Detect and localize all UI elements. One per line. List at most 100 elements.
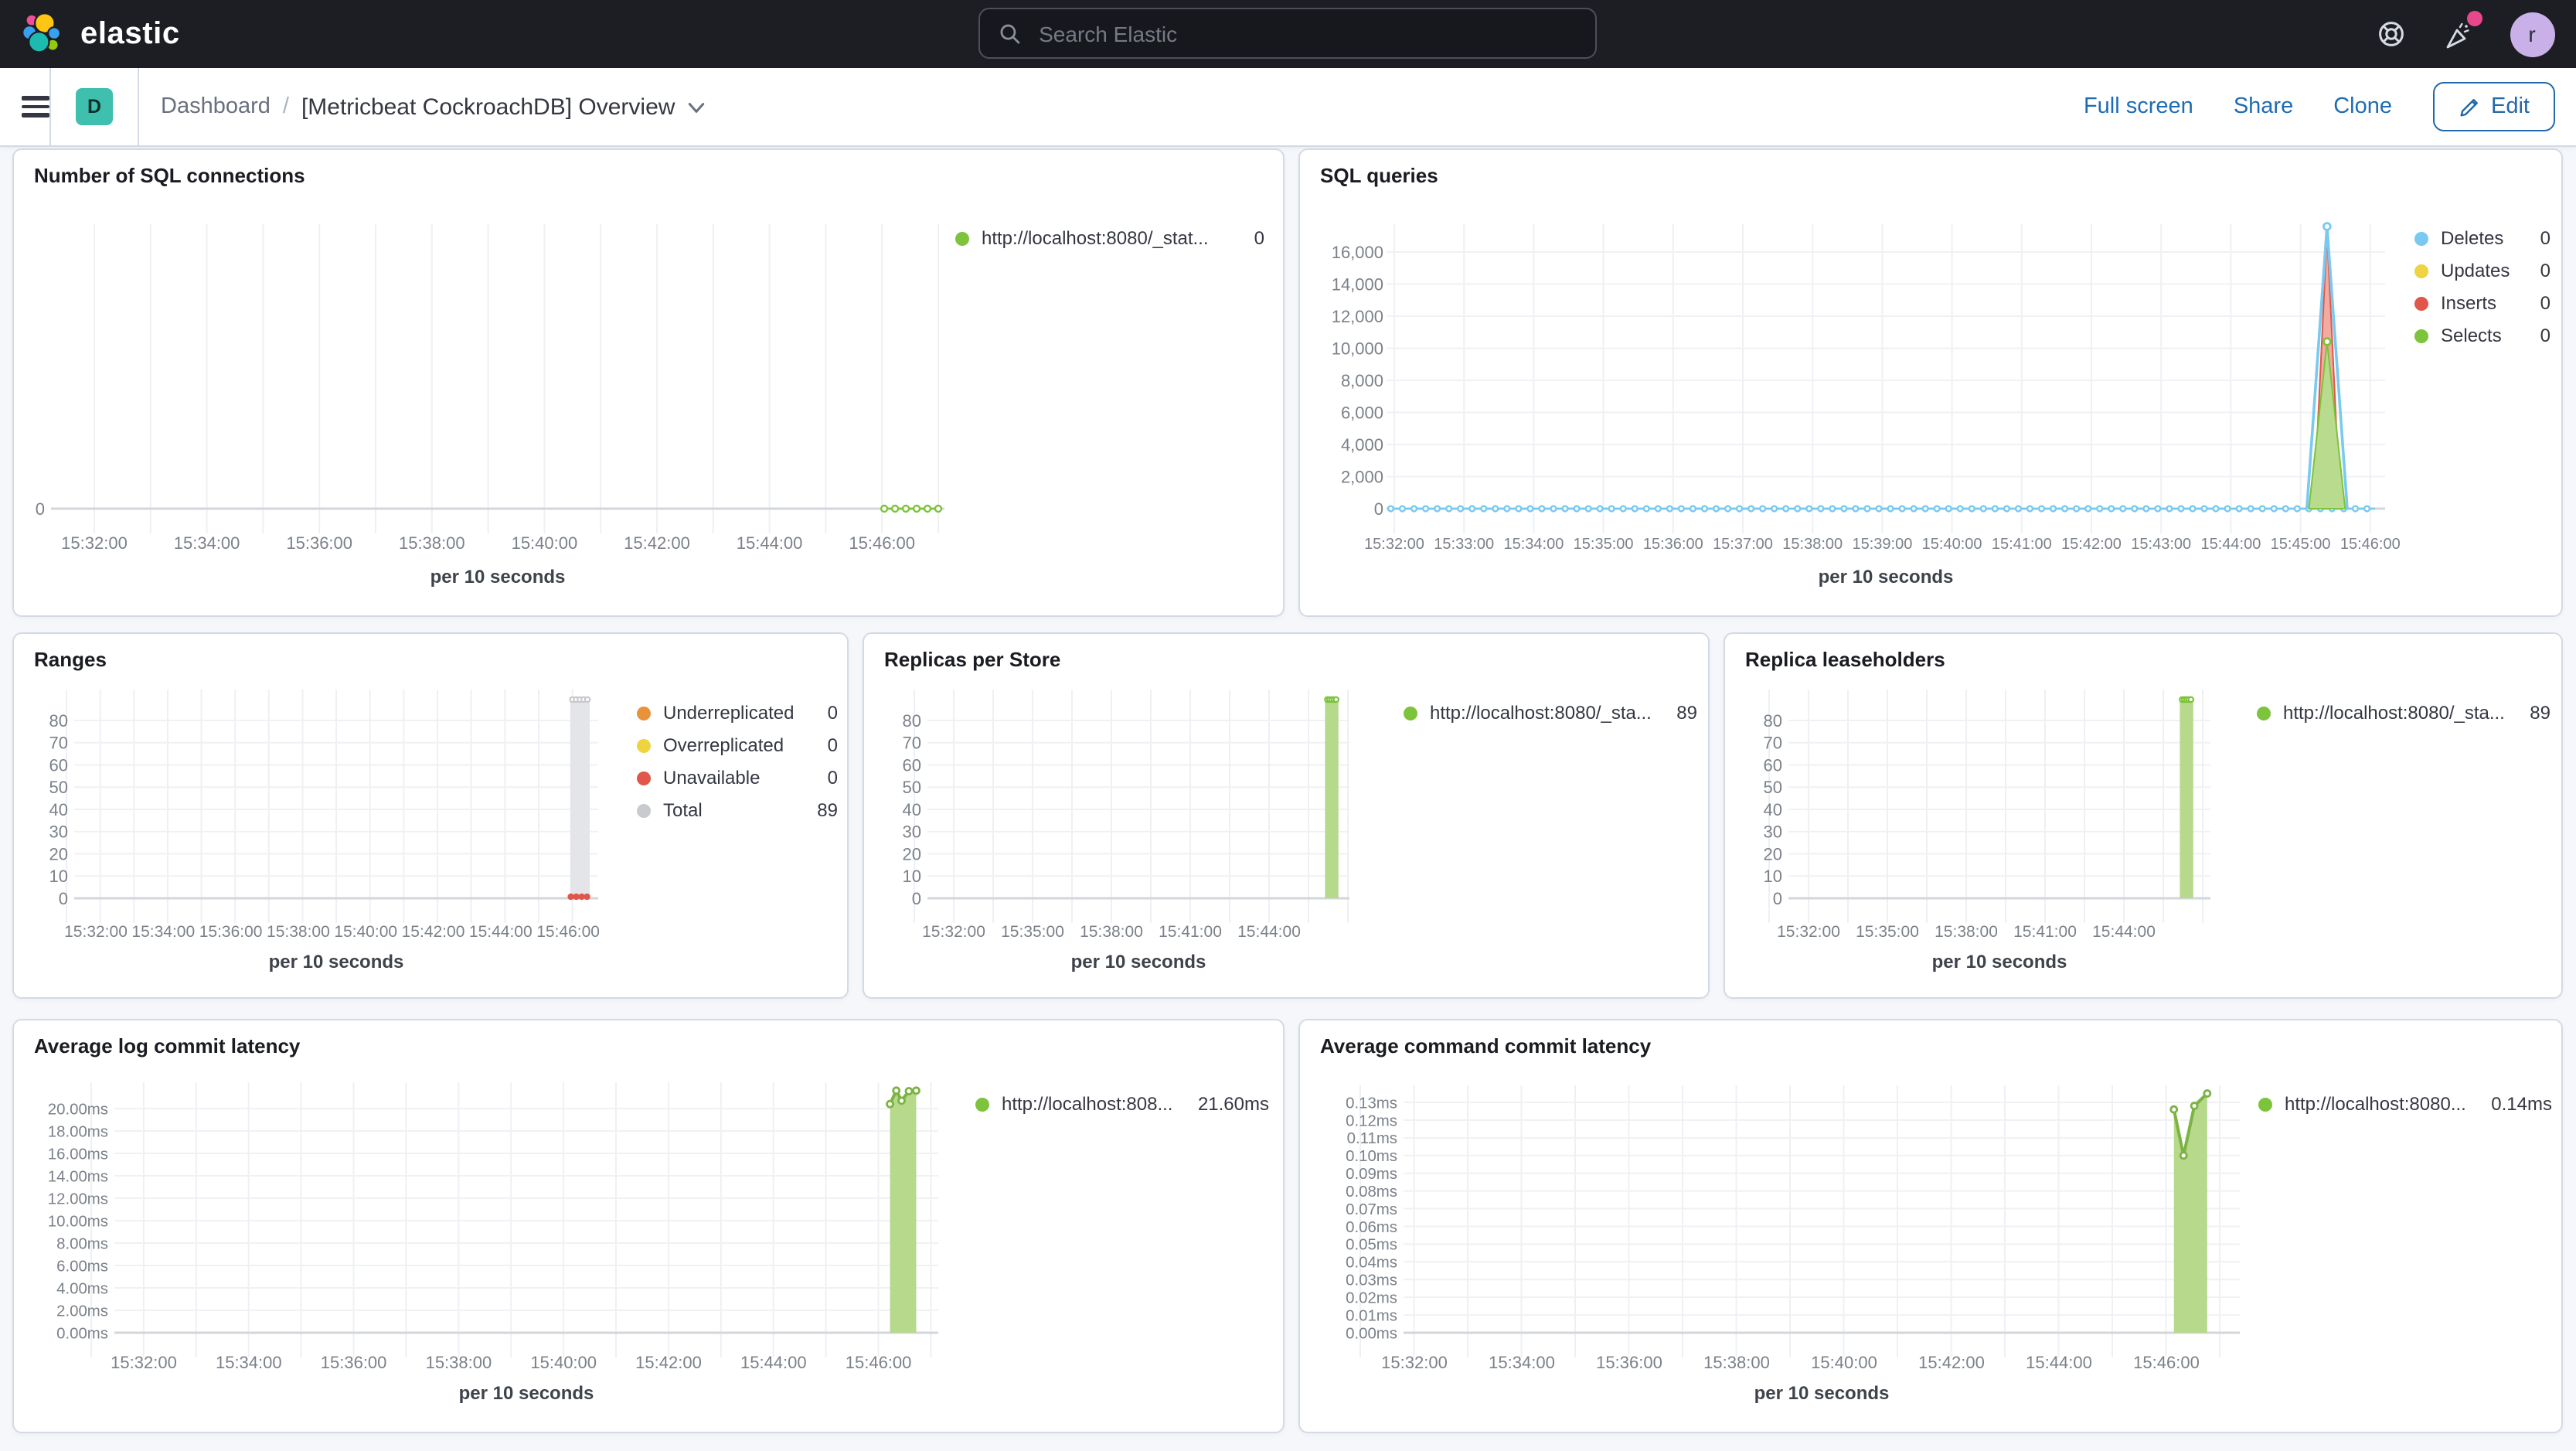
brand-wordmark: elastic — [80, 16, 180, 50]
legend-item[interactable]: http://localhost:8080/_sta... 89 — [2257, 702, 2550, 724]
svg-text:15:38:00: 15:38:00 — [1935, 923, 1998, 941]
svg-text:15:45:00: 15:45:00 — [2271, 536, 2331, 553]
legend-label: http://localhost:8080/_stat... — [982, 227, 1209, 249]
clone-link[interactable]: Clone — [2333, 94, 2392, 119]
svg-text:0.10ms: 0.10ms — [1346, 1148, 1397, 1165]
legend-swatch-icon — [637, 706, 651, 720]
chart-canvas[interactable]: 0.00ms 2.00ms 4.00ms 6.00ms 8.00ms 10.00ms 12.… — [26, 1064, 966, 1422]
legend-item[interactable]: Selects 0 — [2414, 325, 2550, 346]
chart-legend: http://localhost:8080/_sta... 89 — [1404, 702, 1697, 724]
legend-value: 89 — [817, 799, 838, 821]
svg-text:15:46:00: 15:46:00 — [846, 1353, 912, 1372]
svg-text:15:33:00: 15:33:00 — [1434, 536, 1494, 553]
breadcrumb-dashboard[interactable]: Dashboard — [161, 94, 271, 119]
chart-canvas[interactable]: 0 10 20 30 40 50 60 70 80 15:32:00 15:34:00 15:36:0… — [26, 677, 645, 989]
search-input[interactable] — [1036, 19, 1577, 47]
chart-legend: Underreplicated 0 Overreplicated 0 Unavailab… — [637, 702, 838, 821]
chart-legend: http://localhost:808... 21.60ms — [975, 1093, 1269, 1115]
svg-text:15:38:00: 15:38:00 — [426, 1353, 492, 1372]
svg-text:16.00ms: 16.00ms — [48, 1146, 108, 1163]
legend-swatch-icon — [2414, 329, 2428, 342]
svg-text:15:40:00: 15:40:00 — [1811, 1353, 1877, 1372]
svg-text:0.00ms: 0.00ms — [56, 1325, 108, 1342]
full-screen-link[interactable]: Full screen — [2084, 94, 2193, 119]
user-avatar[interactable]: r — [2510, 12, 2554, 56]
panel-average-command-commit-latency: Average command commit latency 0.00ms 0.0… — [1298, 1019, 2563, 1433]
chart-canvas[interactable]: 0 2,000 4,000 6,000 8,000 10,000 12,000 14,000 1… — [1312, 193, 2404, 611]
chart-legend: http://localhost:8080... 0.14ms — [2258, 1093, 2552, 1115]
panel-ranges: Ranges 0 10 20 30 40 50 60 70 80 15:32:00 15:34:00… — [12, 632, 849, 999]
global-search[interactable] — [978, 8, 1598, 59]
legend-item[interactable]: Overreplicated 0 — [637, 734, 838, 756]
svg-text:15:34:00: 15:34:00 — [131, 923, 195, 941]
svg-text:15:34:00: 15:34:00 — [216, 1353, 282, 1372]
chart-canvas[interactable]: 0 15:32:00 15:34:00 15:36:00 15:38:00 15:40:0… — [26, 193, 966, 611]
help-button[interactable] — [2374, 17, 2408, 51]
svg-text:15:41:00: 15:41:00 — [1992, 536, 2052, 553]
legend-item[interactable]: http://localhost:8080/_stat... 0 — [955, 227, 1264, 249]
legend-item[interactable]: Unavailable 0 — [637, 767, 838, 789]
svg-text:0: 0 — [912, 889, 921, 908]
svg-text:15:36:00: 15:36:00 — [1643, 536, 1703, 553]
svg-text:20: 20 — [49, 844, 68, 863]
elastic-logo[interactable]: elastic — [20, 11, 180, 57]
svg-text:15:38:00: 15:38:00 — [1782, 536, 1843, 553]
legend-swatch-icon — [2258, 1097, 2272, 1111]
legend-item[interactable]: Inserts 0 — [2414, 292, 2550, 314]
svg-text:15:34:00: 15:34:00 — [174, 533, 240, 553]
legend-item[interactable]: http://localhost:8080... 0.14ms — [2258, 1093, 2552, 1115]
svg-text:70: 70 — [49, 734, 68, 753]
svg-text:per 10 seconds: per 10 seconds — [269, 952, 404, 972]
legend-item[interactable]: Updates 0 — [2414, 260, 2550, 281]
svg-text:15:35:00: 15:35:00 — [1001, 923, 1064, 941]
legend-label: http://localhost:808... — [1002, 1093, 1173, 1115]
svg-text:15:38:00: 15:38:00 — [1703, 1353, 1770, 1372]
svg-text:60: 60 — [1764, 755, 1782, 775]
svg-text:15:42:00: 15:42:00 — [2061, 536, 2122, 553]
svg-text:per 10 seconds: per 10 seconds — [1754, 1383, 1890, 1404]
svg-text:12.00ms: 12.00ms — [48, 1190, 108, 1207]
dashboard-badge[interactable]: D — [76, 88, 113, 125]
svg-text:per 10 seconds: per 10 seconds — [430, 567, 566, 588]
svg-text:15:32:00: 15:32:00 — [61, 533, 128, 553]
svg-text:20: 20 — [903, 844, 921, 863]
svg-text:15:42:00: 15:42:00 — [402, 923, 465, 941]
breadcrumb: Dashboard / [Metricbeat CockroachDB] Ove… — [161, 94, 706, 120]
legend-label: Overreplicated — [663, 734, 784, 756]
legend-item[interactable]: Total 89 — [637, 799, 838, 821]
svg-text:70: 70 — [903, 734, 921, 753]
svg-text:15:41:00: 15:41:00 — [2013, 923, 2077, 941]
legend-label: Deletes — [2441, 227, 2504, 249]
legend-item[interactable]: Underreplicated 0 — [637, 702, 838, 724]
edit-button[interactable]: Edit — [2432, 82, 2554, 131]
chart-canvas[interactable]: 0 10 20 30 40 50 60 70 80 15:32:00 15:35:00 15:38:0… — [1737, 677, 2255, 989]
svg-text:15:36:00: 15:36:00 — [1596, 1353, 1662, 1372]
legend-label: Unavailable — [663, 767, 761, 789]
legend-value: 0 — [2540, 292, 2550, 314]
svg-text:0.06ms: 0.06ms — [1346, 1219, 1397, 1236]
legend-item[interactable]: http://localhost:8080/_sta... 89 — [1404, 702, 1697, 724]
dashboard-title-menu[interactable]: [Metricbeat CockroachDB] Overview — [301, 94, 706, 120]
svg-text:10: 10 — [49, 867, 68, 886]
svg-text:15:44:00: 15:44:00 — [2200, 536, 2261, 553]
svg-text:8.00ms: 8.00ms — [56, 1235, 108, 1252]
svg-text:15:40:00: 15:40:00 — [334, 923, 397, 941]
share-link[interactable]: Share — [2234, 94, 2293, 119]
svg-text:0.08ms: 0.08ms — [1346, 1184, 1397, 1201]
newsfeed-button[interactable] — [2442, 11, 2482, 51]
legend-swatch-icon — [2414, 296, 2428, 310]
legend-item[interactable]: Deletes 0 — [2414, 227, 2550, 249]
search-icon — [1000, 23, 1020, 43]
legend-swatch-icon — [637, 803, 651, 817]
legend-swatch-icon — [2257, 706, 2271, 720]
legend-item[interactable]: http://localhost:808... 21.60ms — [975, 1093, 1269, 1115]
menu-button[interactable] — [22, 96, 49, 118]
chart-canvas[interactable]: 0.00ms0.01ms0.02ms0.03ms0.04ms0.05ms0.06… — [1312, 1064, 2302, 1422]
legend-label: Inserts — [2441, 292, 2497, 314]
svg-text:15:46:00: 15:46:00 — [2340, 536, 2401, 553]
svg-text:80: 80 — [903, 711, 921, 731]
svg-text:50: 50 — [1764, 778, 1782, 797]
chart-canvas[interactable]: 0 10 20 30 40 50 60 70 80 15:32:00 15:35:00 15:38:0… — [876, 677, 1394, 989]
svg-text:10: 10 — [1764, 867, 1782, 886]
svg-text:15:35:00: 15:35:00 — [1574, 536, 1634, 553]
